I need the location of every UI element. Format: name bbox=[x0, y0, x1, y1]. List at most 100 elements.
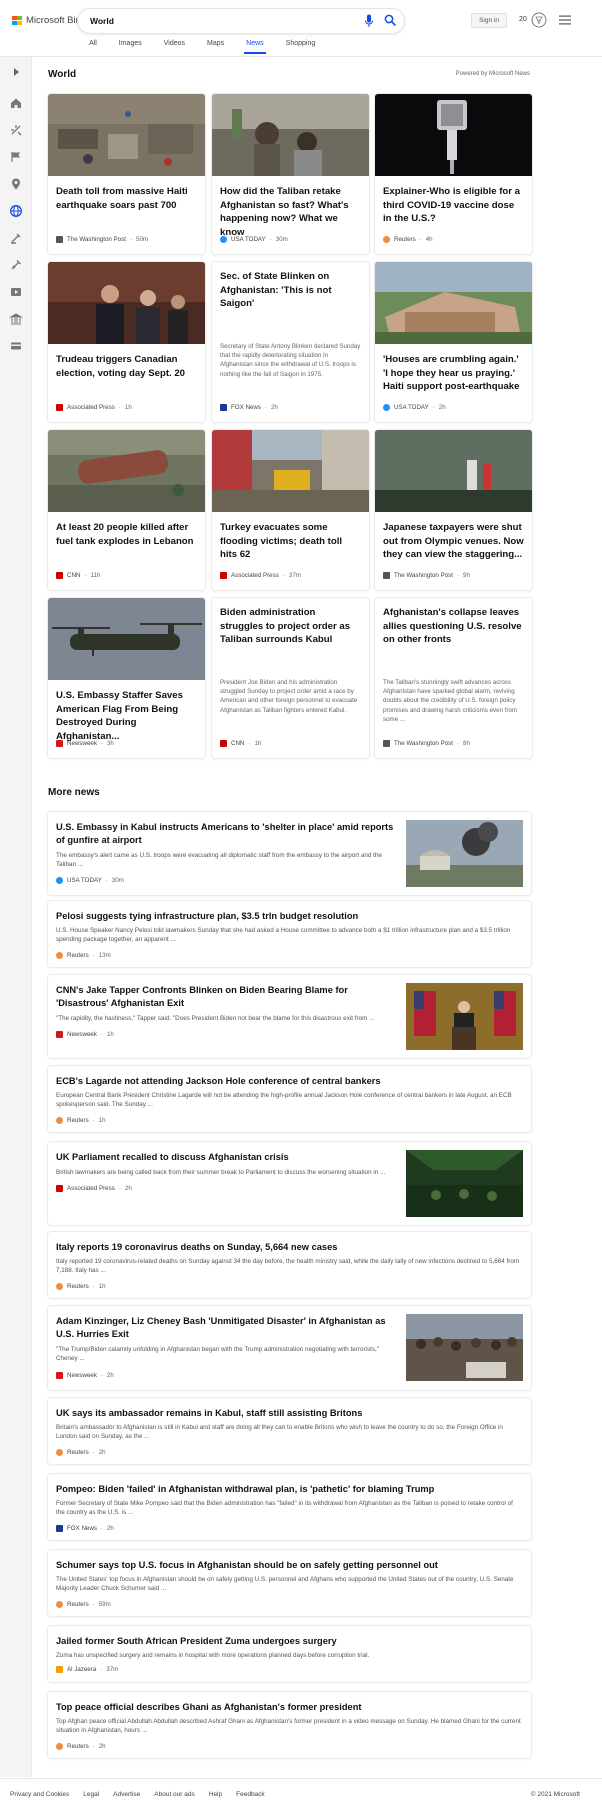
news-card[interactable]: Afghanistan's collapse leaves allies que… bbox=[375, 598, 532, 758]
tab-all[interactable]: All bbox=[89, 40, 97, 56]
publish-time: 37m bbox=[288, 572, 301, 579]
news-list-item[interactable]: U.S. Embassy in Kabul instructs American… bbox=[48, 812, 531, 895]
card-title[interactable]: How did the Taliban retake Afghanistan s… bbox=[220, 185, 361, 239]
footer-link-about-ads[interactable]: About our ads bbox=[154, 1791, 194, 1798]
news-card[interactable]: Sec. of State Blinken on Afghanistan: 'T… bbox=[212, 262, 369, 422]
footer-link-help[interactable]: Help bbox=[209, 1791, 222, 1798]
news-title[interactable]: UK Parliament recalled to discuss Afghan… bbox=[56, 1151, 396, 1164]
rewards-count[interactable]: 20 bbox=[519, 16, 527, 23]
microphone-icon[interactable] bbox=[364, 14, 374, 28]
news-title[interactable]: Italy reports 19 coronavirus deaths on S… bbox=[56, 1241, 523, 1254]
news-title[interactable]: Jailed former South African President Zu… bbox=[56, 1635, 523, 1648]
footer-link-advertise[interactable]: Advertise bbox=[113, 1791, 140, 1798]
us-flag-icon[interactable] bbox=[9, 150, 23, 164]
news-list-item[interactable]: UK says its ambassador remains in Kabul,… bbox=[48, 1398, 531, 1464]
powered-by-label[interactable]: Powered by Microsoft News bbox=[440, 71, 530, 77]
news-title[interactable]: U.S. Embassy in Kabul instructs American… bbox=[56, 821, 396, 847]
home-icon[interactable] bbox=[9, 96, 23, 110]
news-title[interactable]: Adam Kinzinger, Liz Cheney Bash 'Unmitig… bbox=[56, 1315, 396, 1341]
world-icon[interactable] bbox=[9, 204, 23, 218]
card-title[interactable]: Japanese taxpayers were shut out from Ol… bbox=[383, 521, 524, 562]
expand-icon[interactable] bbox=[9, 65, 23, 79]
kabul-street-image bbox=[212, 94, 369, 176]
tab-news[interactable]: News bbox=[244, 40, 266, 56]
video-icon[interactable] bbox=[9, 285, 23, 299]
news-list-item[interactable]: ECB's Lagarde not attending Jackson Hole… bbox=[48, 1066, 531, 1132]
section-title-world: World bbox=[48, 69, 77, 80]
news-list-item[interactable]: UK Parliament recalled to discuss Afghan… bbox=[48, 1142, 531, 1225]
card-title[interactable]: Explainer-Who is eligible for a third CO… bbox=[383, 185, 524, 226]
news-snippet: "The rapidity, the hastiness," Tapper sa… bbox=[56, 1015, 375, 1022]
vaccine-vial-image bbox=[375, 94, 532, 176]
news-title[interactable]: ECB's Lagarde not attending Jackson Hole… bbox=[56, 1075, 523, 1088]
haiti-rubble-image bbox=[48, 94, 205, 176]
associated-press-icon bbox=[220, 572, 227, 579]
footer-link-privacy[interactable]: Privacy and Cookies bbox=[10, 1791, 69, 1798]
news-list-item[interactable]: Pelosi suggests tying infrastructure pla… bbox=[48, 901, 531, 967]
header-divider bbox=[0, 56, 602, 57]
card-title[interactable]: Afghanistan's collapse leaves allies que… bbox=[383, 606, 524, 647]
search-icon[interactable] bbox=[384, 14, 396, 26]
rewards-icon[interactable] bbox=[531, 12, 547, 28]
news-card[interactable]: At least 20 people killed after fuel tan… bbox=[48, 430, 205, 590]
news-card[interactable]: Explainer-Who is eligible for a third CO… bbox=[375, 94, 532, 254]
politics-icon[interactable] bbox=[9, 231, 23, 245]
news-card[interactable]: Japanese taxpayers were shut out from Ol… bbox=[375, 430, 532, 590]
card-title[interactable]: U.S. Embassy Staffer Saves American Flag… bbox=[56, 689, 197, 743]
footer-link-feedback[interactable]: Feedback bbox=[236, 1791, 265, 1798]
source-name: Newsweek bbox=[67, 1031, 97, 1038]
aircraft-cabin-image bbox=[406, 1150, 523, 1217]
card-source: Associated Press · 37m bbox=[220, 572, 301, 579]
tab-shopping[interactable]: Shopping bbox=[286, 40, 316, 56]
news-card[interactable]: 'Houses are crumbling again.' 'I hope th… bbox=[375, 262, 532, 422]
reuters-icon bbox=[56, 1117, 63, 1124]
card-title[interactable]: Sec. of State Blinken on Afghanistan: 'T… bbox=[220, 270, 361, 311]
news-card[interactable]: Turkey evacuates some flooding victims; … bbox=[212, 430, 369, 590]
footer-link-legal[interactable]: Legal bbox=[83, 1791, 99, 1798]
search-input[interactable] bbox=[90, 13, 350, 29]
bing-logo[interactable]: Microsoft Bing bbox=[12, 15, 86, 26]
news-title[interactable]: Schumer says top U.S. focus in Afghanist… bbox=[56, 1559, 523, 1572]
card-title[interactable]: Turkey evacuates some flooding victims; … bbox=[220, 521, 361, 562]
news-list-item[interactable]: CNN's Jake Tapper Confronts Blinken on B… bbox=[48, 975, 531, 1058]
money-icon[interactable] bbox=[9, 312, 23, 326]
news-card[interactable]: U.S. Embassy Staffer Saves American Flag… bbox=[48, 598, 205, 758]
news-title[interactable]: Pelosi suggests tying infrastructure pla… bbox=[56, 910, 523, 923]
news-title[interactable]: CNN's Jake Tapper Confronts Blinken on B… bbox=[56, 984, 396, 1010]
publish-time: 2h bbox=[106, 1525, 114, 1532]
news-list-item[interactable]: Schumer says top U.S. focus in Afghanist… bbox=[48, 1550, 531, 1616]
tab-videos[interactable]: Videos bbox=[164, 40, 185, 56]
news-card[interactable]: Trudeau triggers Canadian election, voti… bbox=[48, 262, 205, 422]
news-list-item[interactable]: Italy reports 19 coronavirus deaths on S… bbox=[48, 1232, 531, 1298]
finance-icon[interactable] bbox=[9, 339, 23, 353]
news-card[interactable]: How did the Taliban retake Afghanistan s… bbox=[212, 94, 369, 254]
science-icon[interactable] bbox=[9, 258, 23, 272]
card-title[interactable]: Biden administration struggles to projec… bbox=[220, 606, 361, 647]
news-list-item[interactable]: Adam Kinzinger, Liz Cheney Bash 'Unmitig… bbox=[48, 1306, 531, 1390]
tab-maps[interactable]: Maps bbox=[207, 40, 224, 56]
sign-in-button[interactable]: Sign in bbox=[471, 13, 507, 28]
news-source: Reuters · 1h bbox=[56, 1283, 106, 1290]
news-list-item[interactable]: Jailed former South African President Zu… bbox=[48, 1626, 531, 1682]
news-list-item[interactable]: Pompeo: Biden 'failed' in Afghanistan wi… bbox=[48, 1474, 531, 1540]
news-card[interactable]: Biden administration struggles to projec… bbox=[212, 598, 369, 758]
card-title[interactable]: At least 20 people killed after fuel tan… bbox=[56, 521, 197, 548]
card-title[interactable]: 'Houses are crumbling again.' 'I hope th… bbox=[383, 353, 524, 394]
tab-images[interactable]: Images bbox=[119, 40, 142, 56]
news-title[interactable]: UK says its ambassador remains in Kabul,… bbox=[56, 1407, 523, 1420]
card-title[interactable]: Death toll from massive Haiti earthquake… bbox=[56, 185, 197, 212]
news-card[interactable]: Death toll from massive Haiti earthquake… bbox=[48, 94, 205, 254]
local-icon[interactable] bbox=[9, 177, 23, 191]
publish-time: 30m bbox=[111, 877, 124, 884]
news-snippet: Italy reported 19 coronavirus-related de… bbox=[56, 1258, 520, 1275]
news-list-item[interactable]: Top peace official describes Ghani as Af… bbox=[48, 1692, 531, 1758]
card-title[interactable]: Trudeau triggers Canadian election, voti… bbox=[56, 353, 197, 380]
source-name: Al Jazeera bbox=[67, 1666, 97, 1673]
fox-news-icon bbox=[220, 404, 227, 411]
news-title[interactable]: Pompeo: Biden 'failed' in Afghanistan wi… bbox=[56, 1483, 523, 1496]
news-title[interactable]: Top peace official describes Ghani as Af… bbox=[56, 1701, 523, 1714]
hamburger-menu-icon[interactable] bbox=[559, 15, 571, 25]
recommended-icon[interactable] bbox=[9, 123, 23, 137]
search-box[interactable] bbox=[78, 9, 404, 33]
fox-news-icon bbox=[56, 1525, 63, 1532]
